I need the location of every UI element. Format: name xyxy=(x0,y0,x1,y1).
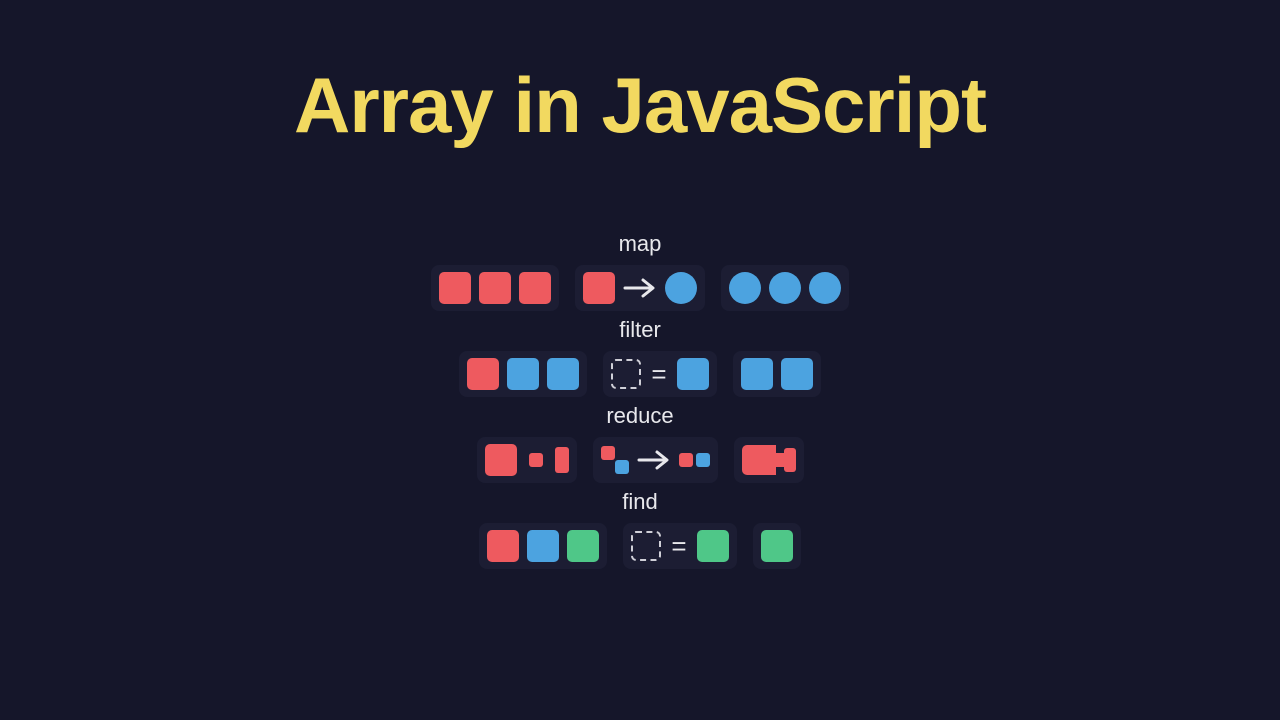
rect-tall-icon xyxy=(555,447,569,473)
placeholder-icon xyxy=(631,531,661,561)
square-icon xyxy=(547,358,579,390)
square-icon xyxy=(761,530,793,562)
reduce-transform xyxy=(593,437,718,483)
square-icon xyxy=(507,358,539,390)
map-output xyxy=(721,265,849,311)
square-icon xyxy=(439,272,471,304)
find-row: = xyxy=(479,523,800,569)
map-input xyxy=(431,265,559,311)
square-icon xyxy=(741,358,773,390)
array-methods-diagram: map filter = xyxy=(410,231,870,569)
reduce-label: reduce xyxy=(606,403,673,429)
arrow-right-icon xyxy=(637,448,671,472)
reduce-row xyxy=(477,437,804,483)
equals-icon: = xyxy=(669,531,688,562)
equals-icon: = xyxy=(649,359,668,390)
filter-predicate: = xyxy=(603,351,716,397)
map-label: map xyxy=(619,231,662,257)
reduce-input xyxy=(477,437,577,483)
combined-shape-icon xyxy=(742,445,796,475)
square-icon xyxy=(519,272,551,304)
pair-inline-icon xyxy=(679,453,710,467)
square-icon xyxy=(479,272,511,304)
map-transform xyxy=(575,265,705,311)
square-icon xyxy=(485,444,517,476)
square-small-icon xyxy=(529,453,543,467)
reduce-output xyxy=(734,437,804,483)
filter-row: = xyxy=(459,351,820,397)
filter-label: filter xyxy=(619,317,661,343)
square-icon xyxy=(781,358,813,390)
circle-icon xyxy=(665,272,697,304)
square-icon xyxy=(487,530,519,562)
square-icon xyxy=(697,530,729,562)
find-predicate: = xyxy=(623,523,736,569)
page-title: Array in JavaScript xyxy=(0,0,1280,151)
square-icon xyxy=(583,272,615,304)
arrow-right-icon xyxy=(623,276,657,300)
circle-icon xyxy=(809,272,841,304)
find-input xyxy=(479,523,607,569)
square-icon xyxy=(677,358,709,390)
square-icon xyxy=(567,530,599,562)
circle-icon xyxy=(729,272,761,304)
placeholder-icon xyxy=(611,359,641,389)
map-row xyxy=(431,265,849,311)
find-label: find xyxy=(622,489,657,515)
square-icon xyxy=(467,358,499,390)
filter-input xyxy=(459,351,587,397)
find-output xyxy=(753,523,801,569)
square-small-icon xyxy=(696,453,710,467)
pair-icon xyxy=(601,446,629,474)
square-small-icon xyxy=(679,453,693,467)
square-icon xyxy=(527,530,559,562)
circle-icon xyxy=(769,272,801,304)
filter-output xyxy=(733,351,821,397)
